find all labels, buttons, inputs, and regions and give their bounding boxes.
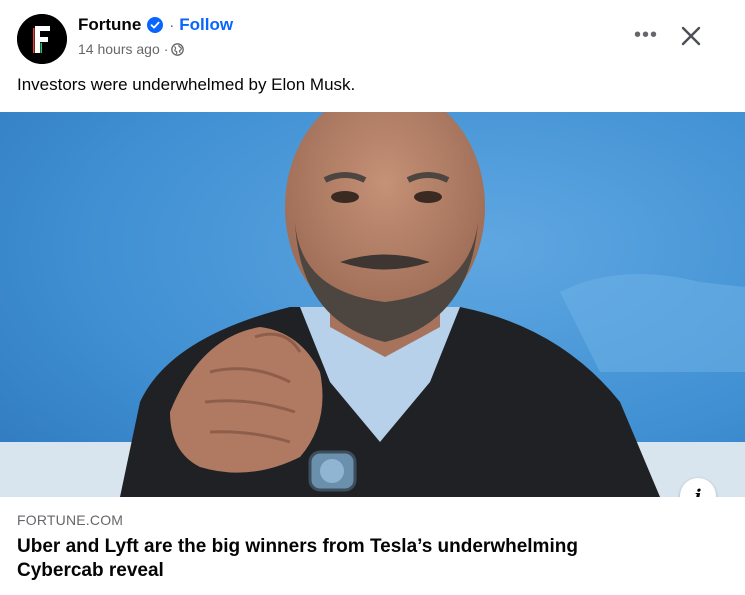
follow-button[interactable]: Follow: [179, 15, 233, 35]
close-icon: [681, 26, 701, 46]
link-title[interactable]: Uber and Lyft are the big winners from T…: [17, 535, 657, 583]
fortune-logo-icon: [17, 14, 67, 64]
verified-badge-icon: [147, 17, 164, 33]
separator-dot: ·: [163, 41, 169, 57]
link-domain: FORTUNE.COM: [17, 512, 124, 528]
feed-post: Fortune · Follow 14 hours ago · ••• Inve…: [0, 0, 745, 595]
more-options-button[interactable]: •••: [628, 20, 664, 50]
post-header: Fortune · Follow: [78, 13, 233, 37]
link-preview[interactable]: FORTUNE.COM Uber and Lyft are the big wi…: [0, 497, 745, 595]
globe-icon: [171, 42, 185, 56]
post-meta: 14 hours ago ·: [78, 40, 185, 58]
close-button[interactable]: [672, 18, 710, 54]
post-timestamp[interactable]: 14 hours ago: [78, 41, 160, 57]
link-preview-image[interactable]: [0, 112, 745, 497]
article-photo: [0, 112, 745, 497]
post-caption: Investors were underwhelmed by Elon Musk…: [17, 75, 356, 94]
more-options-icon: •••: [633, 23, 658, 46]
page-name-link[interactable]: Fortune: [78, 15, 141, 35]
separator-dot: ·: [169, 16, 175, 34]
page-avatar[interactable]: [17, 14, 67, 64]
